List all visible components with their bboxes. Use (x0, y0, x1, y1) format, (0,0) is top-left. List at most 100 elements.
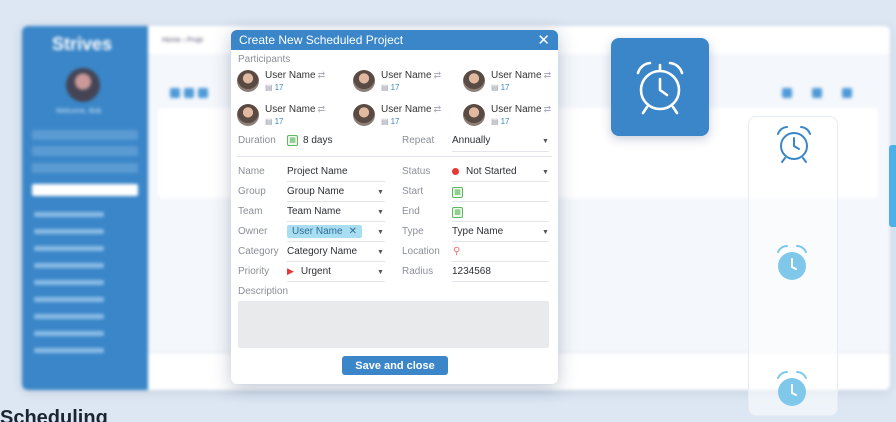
calendar-icon: ▤ (265, 117, 273, 126)
alarm-clock-filled-icon (770, 242, 814, 291)
bg-nav-item (34, 348, 104, 353)
bg-avatar (66, 68, 100, 102)
participants-label: Participants (238, 54, 291, 65)
participant-item[interactable]: User Name ⇄ ▤ 17 (353, 70, 463, 98)
name-input[interactable]: Project Name (287, 163, 348, 179)
field-underline (452, 221, 549, 222)
bg-chip (184, 88, 194, 98)
bg-welcome: Welcome, Bob (56, 108, 102, 115)
calendar-icon: ▤ (491, 117, 499, 126)
group-select[interactable]: Group Name (287, 183, 344, 199)
chevron-down-icon[interactable]: ▼ (542, 229, 549, 236)
field-underline (452, 181, 549, 182)
swap-icon[interactable]: ⇄ (544, 104, 552, 114)
chevron-down-icon[interactable]: ▼ (542, 138, 549, 145)
status-dot-icon (452, 167, 459, 175)
calendar-icon: ▦ (452, 206, 463, 218)
chevron-down-icon[interactable]: ▼ (542, 169, 549, 176)
field-underline (452, 281, 549, 282)
bg-logo: Strives (52, 34, 113, 54)
chevron-down-icon[interactable]: ▼ (377, 189, 384, 196)
participant-item[interactable]: User Name ⇄ ▤ 17 (353, 104, 463, 132)
owner-value: User Name (292, 225, 343, 237)
location-label: Location (402, 245, 440, 257)
bg-chip (782, 88, 792, 98)
end-label: End (402, 205, 420, 217)
bg-nav-item (34, 246, 104, 251)
description-textarea[interactable] (238, 301, 549, 348)
dialog-header: Create New Scheduled Project ✕ (231, 30, 558, 50)
priority-select[interactable]: ▶ Urgent (287, 263, 331, 279)
name-value: Project Name (287, 165, 348, 177)
bg-nav-item (34, 229, 104, 234)
bg-apply-button (32, 184, 138, 196)
swap-icon[interactable]: ⇄ (434, 70, 442, 80)
repeat-label: Repeat (402, 134, 435, 146)
swap-icon[interactable]: ⇄ (318, 70, 326, 80)
type-select[interactable]: Type Name (452, 223, 503, 239)
duration-label: Duration (238, 134, 276, 146)
team-value: Team Name (287, 205, 341, 217)
bg-filter (32, 130, 138, 140)
field-underline (287, 281, 385, 282)
chevron-down-icon[interactable]: ▼ (377, 269, 384, 276)
participant-name: User Name (381, 70, 432, 81)
category-label: Category (238, 245, 279, 257)
participant-item[interactable]: User Name ⇄ ▤ 17 (237, 70, 347, 98)
dialog-title: Create New Scheduled Project (239, 33, 404, 47)
swap-icon[interactable]: ⇄ (544, 70, 552, 80)
avatar (353, 70, 375, 92)
start-label: Start (402, 185, 424, 197)
avatar (353, 104, 375, 126)
avatar (237, 104, 259, 126)
remove-icon[interactable]: ✕ (349, 226, 357, 237)
field-underline (287, 181, 385, 182)
field-underline (452, 151, 549, 152)
participant-item[interactable]: User Name ⇄ ▤ 17 (237, 104, 347, 132)
calendar-icon: ▤ (491, 83, 499, 92)
radius-input[interactable]: 1234568 (452, 263, 491, 279)
participant-count: 17 (500, 117, 510, 126)
duration-field[interactable]: ▦ 8 days (287, 132, 332, 148)
team-label: Team (238, 205, 263, 217)
bg-nav-item (34, 263, 104, 268)
type-label: Type (402, 225, 424, 237)
owner-select[interactable]: User Name ✕ (287, 223, 362, 239)
bg-chip (812, 88, 822, 98)
owner-chip[interactable]: User Name ✕ (287, 224, 362, 238)
end-date-field[interactable]: ▦ (452, 204, 463, 220)
chevron-down-icon[interactable]: ▼ (377, 209, 384, 216)
bg-chip (198, 88, 208, 98)
swap-icon[interactable]: ⇄ (318, 104, 326, 114)
participant-item[interactable]: User Name ⇄ ▤ 17 (463, 70, 558, 98)
description-label: Description (238, 286, 289, 297)
field-underline (452, 261, 549, 262)
type-value: Type Name (452, 225, 504, 237)
chevron-down-icon[interactable]: ▼ (377, 249, 384, 256)
field-underline (287, 261, 385, 262)
avatar (463, 70, 485, 92)
participant-name: User Name (491, 70, 542, 81)
team-select[interactable]: Team Name (287, 203, 341, 219)
participant-item[interactable]: User Name ⇄ ▤ 17 (463, 104, 558, 132)
location-field[interactable]: ⚲ (453, 243, 460, 259)
alarm-clock-filled-icon (770, 368, 814, 417)
participant-count: 17 (500, 83, 510, 92)
chevron-down-icon[interactable]: ▼ (377, 229, 384, 236)
category-select[interactable]: Category Name (287, 243, 357, 259)
duration-value: 8 days (303, 134, 333, 146)
calendar-icon: ▤ (381, 83, 389, 92)
status-select[interactable]: Not Started (452, 163, 517, 179)
save-and-close-button[interactable]: Save and close (342, 356, 448, 375)
map-pin-icon: ⚲ (453, 245, 461, 257)
repeat-select[interactable]: Annually (452, 132, 490, 148)
swap-icon[interactable]: ⇄ (434, 104, 442, 114)
name-label: Name (238, 165, 265, 177)
bg-nav-item (34, 212, 104, 217)
side-tab[interactable] (889, 145, 896, 227)
start-date-field[interactable]: ▦ (452, 184, 463, 200)
priority-label: Priority (238, 265, 270, 277)
field-underline (452, 201, 549, 202)
participant-name: User Name (491, 104, 542, 115)
close-icon[interactable]: ✕ (537, 33, 550, 48)
